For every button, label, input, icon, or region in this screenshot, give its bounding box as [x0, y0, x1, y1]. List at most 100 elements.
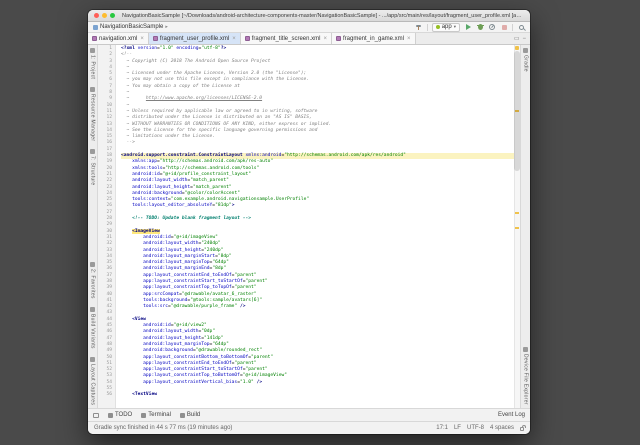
todo-icon	[108, 413, 113, 418]
bottom-tool-bar: TODO Terminal Build Event Log	[88, 408, 530, 421]
run-toolbar: app ▾	[415, 23, 525, 32]
hammer-icon	[416, 24, 422, 30]
profiler-icon	[489, 24, 495, 30]
code-line[interactable]: <TextView	[121, 392, 520, 398]
minimize-window-button[interactable]	[102, 13, 107, 18]
bottom-tool-build[interactable]: Build	[180, 412, 200, 418]
bottom-tool-todo[interactable]: TODO	[108, 412, 132, 418]
bottom-tool-label: Build	[187, 412, 200, 418]
main-content: 1: Project Resource Manager 7: Structure 2…	[88, 45, 530, 408]
status-right: 17:1 LF UTF-8 4 spaces	[436, 425, 524, 431]
split-editor-icon[interactable]: ▭	[514, 35, 520, 42]
right-strip-top: Gradle	[523, 48, 529, 72]
editor-scrollbar[interactable]	[514, 45, 520, 408]
tool-window-icon	[90, 87, 95, 92]
tool-button-gradle[interactable]: Gradle	[523, 48, 529, 72]
tool-button-2-favorites[interactable]: 2: Favorites	[90, 262, 96, 299]
scrollbar-warning-mark[interactable]	[515, 227, 519, 229]
xml-file-icon	[92, 36, 97, 41]
event-log-button[interactable]: Event Log	[498, 412, 525, 418]
gutter: 1234567891011121314151617181920212223242…	[98, 45, 116, 408]
indent-style[interactable]: 4 spaces	[490, 425, 514, 431]
code-editor[interactable]: 1234567891011121314151617181920212223242…	[98, 45, 520, 408]
run-configuration-label: app	[442, 24, 452, 30]
tab-fragment_user_profile.xml[interactable]: fragment_user_profile.xml×	[149, 33, 241, 44]
close-tab-icon[interactable]: ×	[232, 36, 236, 42]
traffic-lights	[94, 13, 115, 18]
tool-window-switcher-icon[interactable]	[93, 413, 99, 418]
scrollbar-warning-mark[interactable]	[515, 212, 519, 214]
close-tab-icon[interactable]: ×	[140, 36, 144, 42]
run-button[interactable]	[464, 23, 472, 31]
breadcrumb[interactable]: NavigationBasicSample	[100, 24, 163, 30]
tool-button-resource-manager[interactable]: Resource Manager	[90, 87, 96, 141]
right-tool-strip: Gradle Device File Explorer	[520, 45, 530, 408]
tab-navigation.xml[interactable]: navigation.xml×	[88, 33, 149, 44]
close-window-button[interactable]	[94, 13, 99, 18]
navigation-bar[interactable]: NavigationBasicSample ▸	[93, 24, 168, 30]
line-separator[interactable]: LF	[454, 425, 461, 431]
debug-button[interactable]	[476, 23, 484, 31]
file-encoding[interactable]: UTF-8	[467, 425, 484, 431]
tool-window-icon	[90, 262, 95, 267]
left-strip-top: 1: Project Resource Manager 7: Structure	[90, 48, 96, 186]
toolbar-divider	[427, 24, 428, 31]
zoom-window-button[interactable]	[110, 13, 115, 18]
tab-label: fragment_title_screen.xml	[252, 36, 321, 42]
toolbar-divider	[512, 24, 513, 31]
tool-button-device-file-explorer[interactable]: Device File Explorer	[523, 347, 529, 405]
tool-button-layout-captures[interactable]: Layout Captures	[90, 357, 96, 405]
xml-file-icon	[336, 36, 341, 41]
left-strip-bottom: 2: Favorites Build Variants Layout Capture…	[90, 262, 96, 405]
play-icon	[466, 24, 471, 30]
build-icon	[180, 413, 185, 418]
tab-label: fragment_user_profile.xml	[160, 36, 229, 42]
search-everywhere-button[interactable]	[517, 23, 525, 31]
tool-window-icon	[523, 48, 528, 53]
readonly-lock-icon[interactable]	[520, 427, 524, 431]
code-lines[interactable]: <?xml version="1.0" encoding="utf-8"?><!…	[116, 45, 520, 408]
breadcrumb-separator-icon: ▸	[165, 24, 168, 30]
main-toolbar: NavigationBasicSample ▸ app ▾	[88, 22, 530, 33]
line-number: 56	[98, 392, 112, 398]
run-configuration-select[interactable]: app ▾	[432, 23, 460, 32]
stop-icon	[502, 25, 507, 30]
xml-file-icon	[153, 36, 158, 41]
tab-label: navigation.xml	[99, 36, 137, 42]
tab-fragment_title_screen.xml[interactable]: fragment_title_screen.xml×	[241, 33, 332, 44]
tool-window-label: Resource Manager	[90, 94, 96, 141]
bottom-tool-label: TODO	[115, 412, 132, 418]
scrollbar-thumb[interactable]	[514, 51, 520, 171]
tool-window-label: Gradle	[523, 55, 529, 72]
bottom-tool-terminal[interactable]: Terminal	[141, 412, 171, 418]
project-folder-icon	[93, 25, 98, 30]
tool-button-7-structure[interactable]: 7: Structure	[90, 149, 96, 185]
tool-window-icon	[90, 357, 95, 362]
tool-window-icon	[90, 149, 95, 154]
tool-window-icon	[90, 48, 95, 53]
search-icon	[519, 25, 524, 30]
close-tab-icon[interactable]: ×	[323, 36, 327, 42]
close-tab-icon[interactable]: ×	[407, 36, 411, 42]
tool-button-build-variants[interactable]: Build Variants	[90, 307, 96, 349]
stop-button[interactable]	[500, 23, 508, 31]
xml-file-icon	[245, 36, 250, 41]
right-strip-bottom: Device File Explorer	[523, 347, 529, 405]
tool-window-label: 1: Project	[90, 55, 96, 79]
caret-position[interactable]: 17:1	[436, 425, 448, 431]
inspection-status-icon[interactable]	[515, 46, 519, 50]
terminal-icon	[141, 413, 146, 418]
tab-fragment_in_game.xml[interactable]: fragment_in_game.xml×	[332, 33, 416, 44]
build-button[interactable]	[415, 23, 423, 31]
status-message[interactable]: Gradle sync finished in 44 s 77 ms (19 m…	[94, 425, 232, 431]
hide-tabs-icon[interactable]: −	[522, 36, 526, 42]
titlebar[interactable]: NavigationBasicSample [~/Downloads/andro…	[88, 10, 530, 22]
tool-button-1-project[interactable]: 1: Project	[90, 48, 96, 79]
window-title: NavigationBasicSample [~/Downloads/andro…	[122, 13, 522, 19]
bottom-tools: TODO Terminal Build	[93, 412, 200, 418]
profile-button[interactable]	[488, 23, 496, 31]
tool-window-label: Device File Explorer	[523, 354, 529, 405]
tool-window-icon	[523, 347, 528, 352]
tab-bar-actions: ▭ −	[514, 33, 530, 44]
ide-window: NavigationBasicSample [~/Downloads/andro…	[88, 10, 530, 434]
